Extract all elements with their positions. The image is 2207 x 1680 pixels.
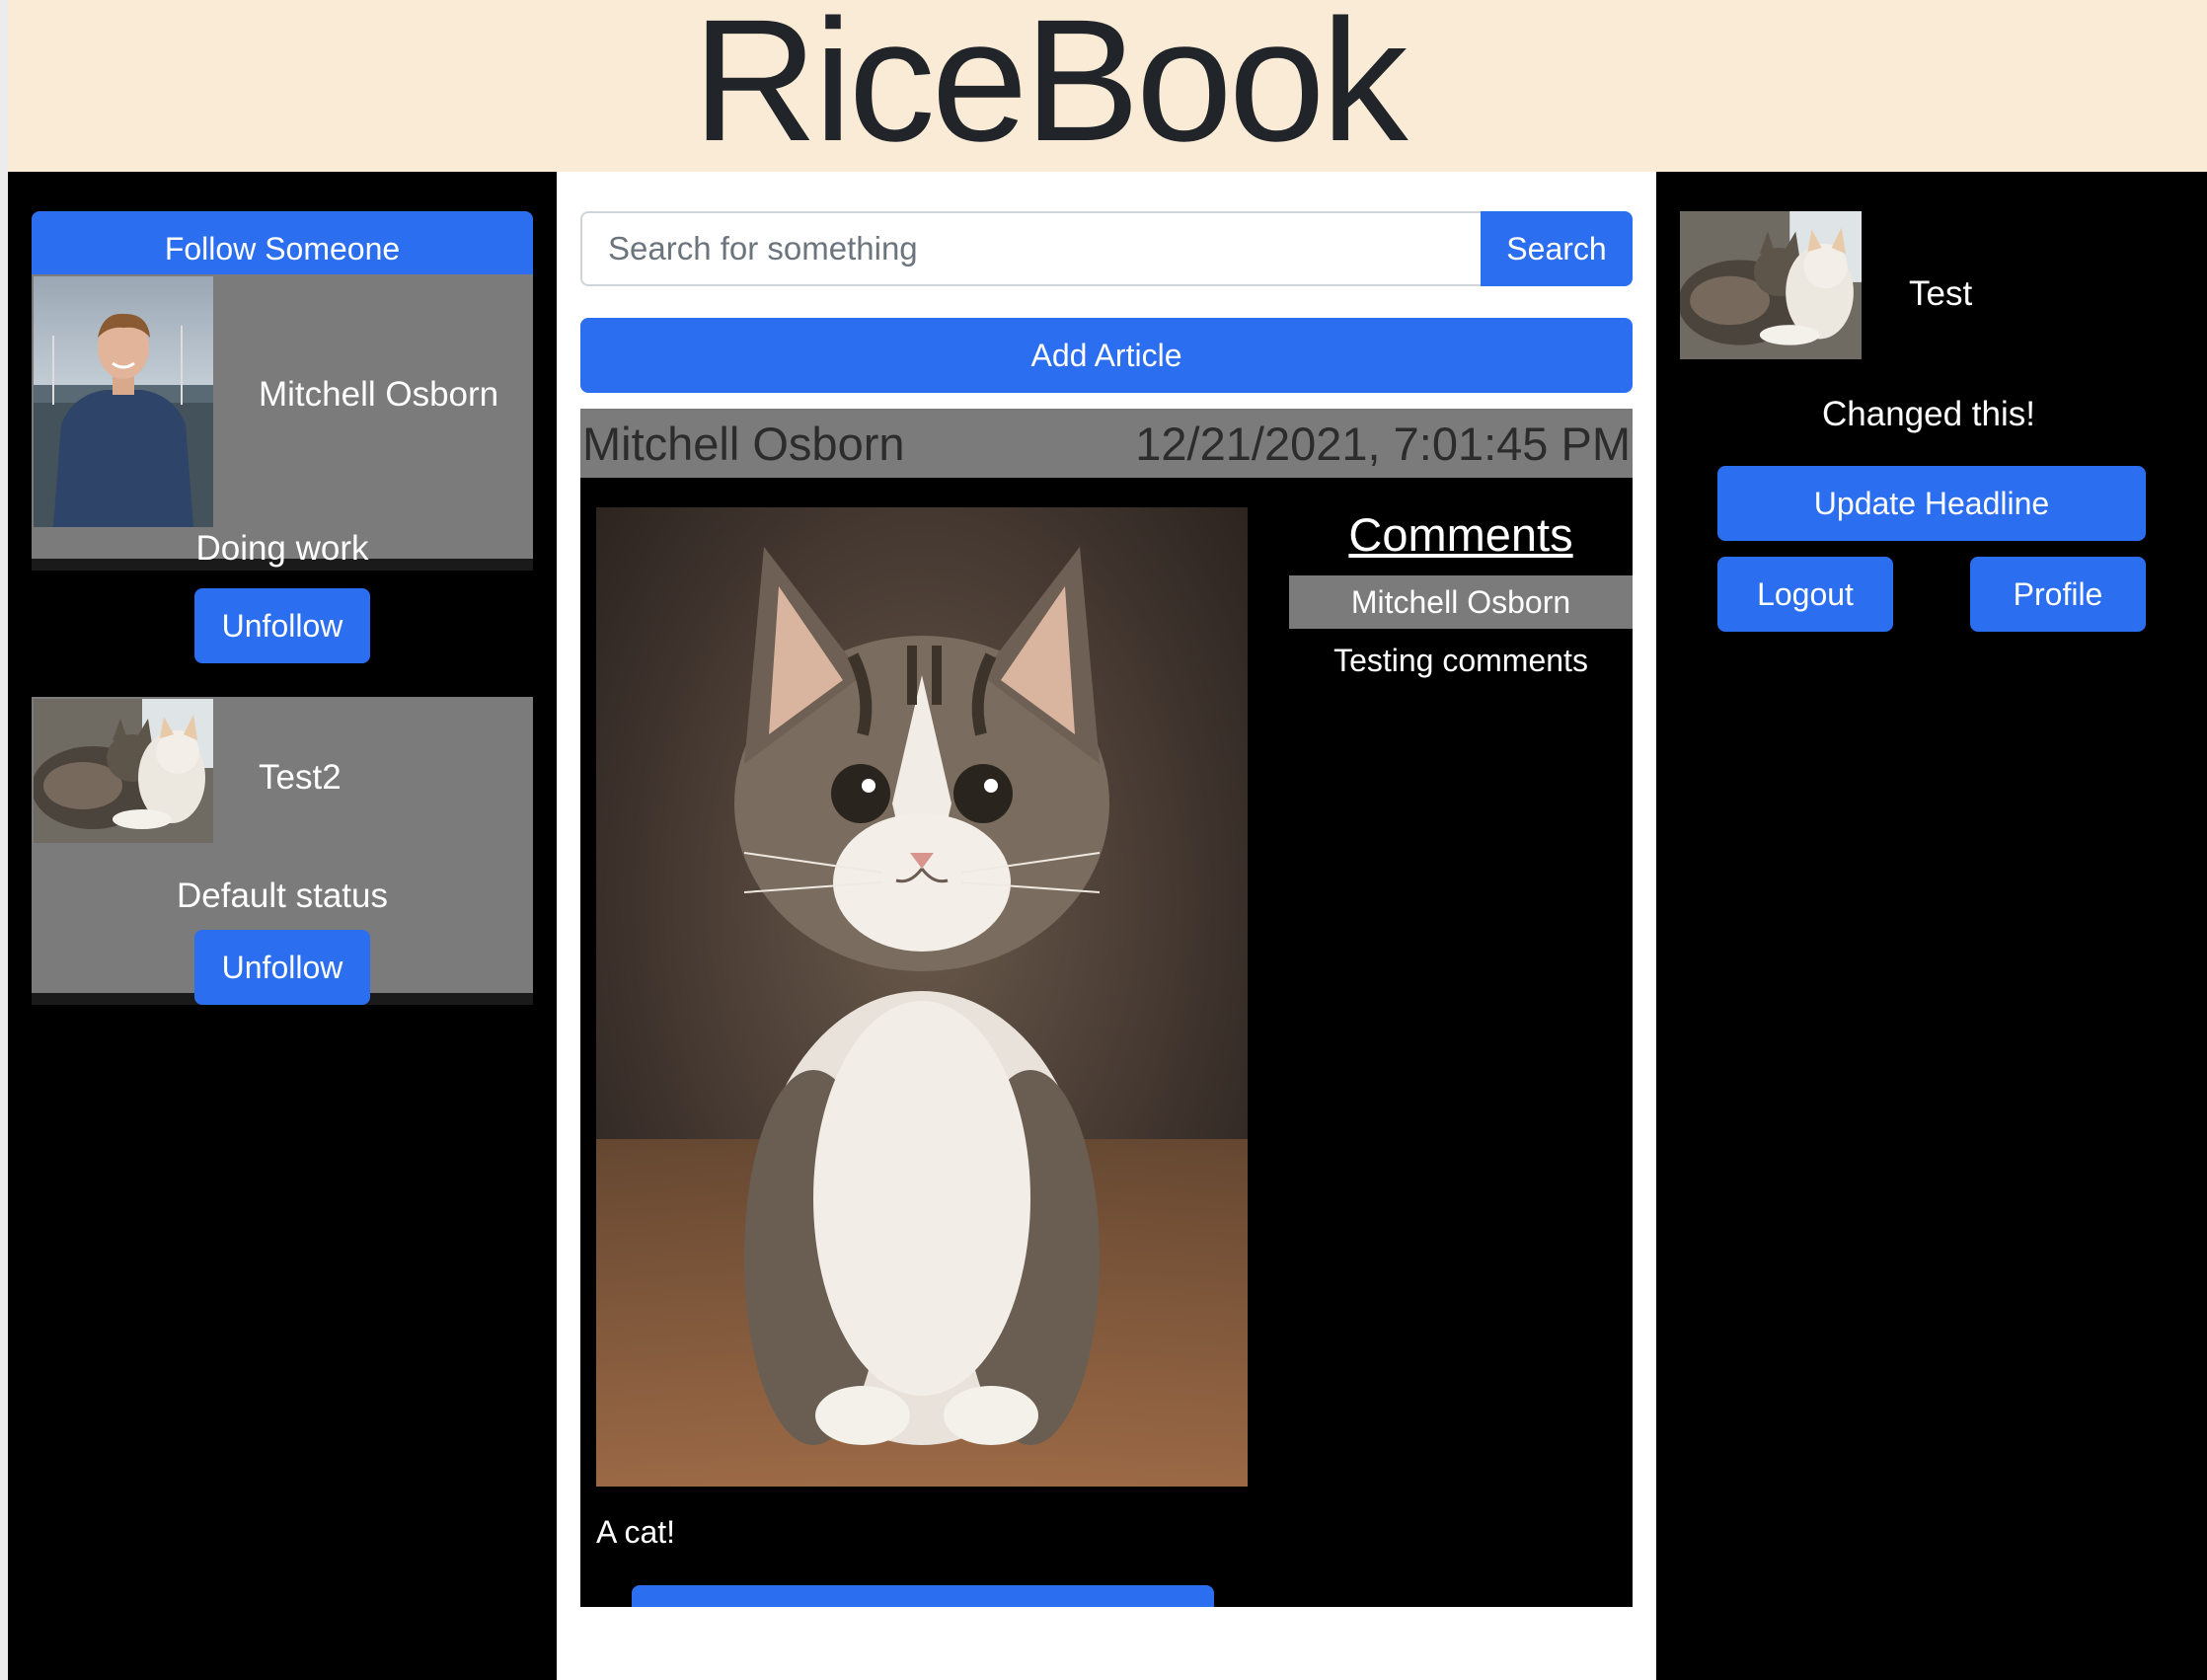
cats-photo-icon — [34, 699, 213, 843]
comments-title: Comments — [1348, 508, 1573, 561]
avatar — [34, 699, 213, 843]
following-name: Mitchell Osborn — [259, 375, 499, 414]
add-article-button[interactable]: Add Article — [580, 318, 1633, 393]
unfollow-button[interactable]: Unfollow — [194, 930, 370, 1005]
following-card: Mitchell Osborn Doing work Unfollow — [32, 274, 533, 663]
update-headline-button[interactable]: Update Headline — [1717, 466, 2146, 541]
cats-photo-icon — [1680, 211, 1862, 359]
article-text: A cat! — [596, 1514, 676, 1550]
window-edge — [0, 0, 8, 1680]
app-header: RiceBook — [8, 0, 2207, 172]
ricebook-page: RiceBook Follow Someone Mitchell Osborn … — [0, 0, 2207, 1680]
person-photo-icon — [34, 276, 213, 527]
following-status: Doing work — [195, 529, 369, 568]
profile-sidebar: Test Changed this! Update Headline Logou… — [1656, 172, 2207, 1680]
search-input[interactable] — [580, 211, 1481, 286]
brand-title: RiceBook — [692, 0, 1408, 178]
kitten-photo-icon — [596, 507, 1248, 1487]
following-sidebar: Follow Someone Mitchell Osborn Doing wor… — [8, 172, 557, 1680]
article-action-button[interactable] — [632, 1585, 1214, 1607]
article-card: Mitchell Osborn 12/21/2021, 7:01:45 PM A… — [580, 409, 1633, 1607]
comment-author: Mitchell Osborn — [1289, 575, 1633, 629]
unfollow-button[interactable]: Unfollow — [194, 588, 370, 663]
user-headline: Changed this! — [1822, 395, 2035, 433]
profile-button[interactable]: Profile — [1970, 557, 2146, 632]
comments-section: Comments Mitchell Osborn Testing comment… — [1289, 507, 1633, 679]
search-bar: Search — [580, 211, 1633, 286]
article-image — [596, 507, 1248, 1487]
logout-button[interactable]: Logout — [1717, 557, 1893, 632]
following-name: Test2 — [259, 758, 342, 797]
avatar — [1680, 211, 1862, 359]
following-status: Default status — [177, 877, 388, 915]
article-author: Mitchell Osborn — [582, 417, 905, 470]
article-header: Mitchell Osborn 12/21/2021, 7:01:45 PM — [580, 409, 1633, 478]
comment-text: Testing comments — [1333, 643, 1588, 678]
feed-column: Search Add Article Mitchell Osborn 12/21… — [557, 172, 1656, 1680]
search-button[interactable]: Search — [1481, 211, 1633, 286]
user-name: Test — [1909, 274, 1973, 313]
article-timestamp: 12/21/2021, 7:01:45 PM — [1135, 417, 1631, 470]
following-card: Test2 Default status Unfollow — [32, 697, 533, 1005]
avatar — [34, 276, 213, 527]
